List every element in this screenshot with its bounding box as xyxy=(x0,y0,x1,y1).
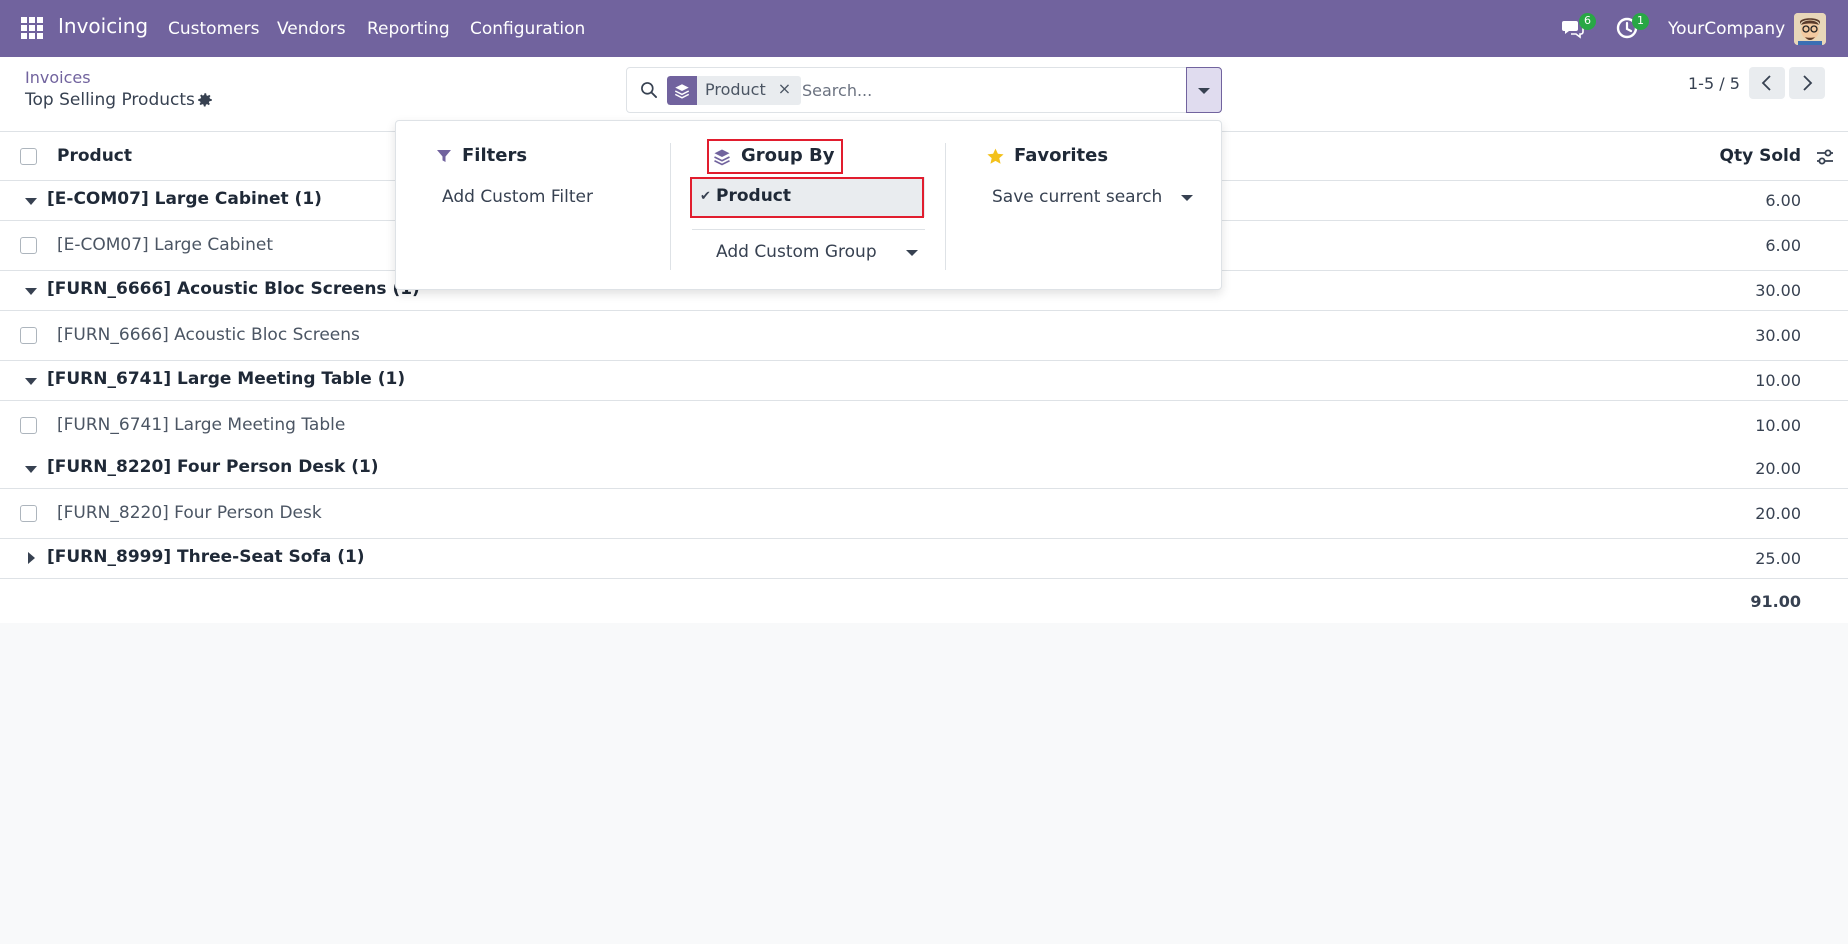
column-header-product[interactable]: Product xyxy=(57,146,132,166)
apps-menu-icon[interactable] xyxy=(21,17,43,39)
row-checkbox[interactable] xyxy=(20,237,37,254)
search-input[interactable] xyxy=(802,78,1182,102)
optional-columns-icon[interactable] xyxy=(1815,147,1835,167)
caret-down-icon xyxy=(25,466,37,473)
caret-right-icon xyxy=(28,552,35,564)
group-qty: 30.00 xyxy=(1755,281,1801,300)
top-navbar: Invoicing Customers Vendors Reporting Co… xyxy=(0,0,1848,57)
caret-down-icon xyxy=(25,288,37,295)
caret-down-icon[interactable] xyxy=(1181,195,1193,201)
menu-configuration[interactable]: Configuration xyxy=(470,19,585,39)
facet-remove-button[interactable]: × xyxy=(773,76,802,105)
layers-icon xyxy=(667,76,697,105)
row-checkbox[interactable] xyxy=(20,505,37,522)
group-label: [FURN_8999] Three-Seat Sofa (1) xyxy=(47,547,365,567)
group-qty: 10.00 xyxy=(1755,371,1801,390)
column-divider xyxy=(670,143,671,270)
breadcrumb[interactable]: Invoices xyxy=(25,68,91,87)
search-options-toggle[interactable] xyxy=(1186,67,1222,113)
group-qty: 20.00 xyxy=(1755,459,1801,478)
save-current-search[interactable]: Save current search xyxy=(992,187,1162,207)
pager-next-button[interactable] xyxy=(1789,67,1825,99)
select-all-checkbox[interactable] xyxy=(20,148,37,165)
menu-vendors[interactable]: Vendors xyxy=(277,19,346,39)
menu-reporting[interactable]: Reporting xyxy=(367,19,450,39)
product-cell[interactable]: [FURN_8220] Four Person Desk xyxy=(57,503,322,523)
column-header-qty-sold[interactable]: Qty Sold xyxy=(1720,146,1802,166)
add-custom-filter[interactable]: Add Custom Filter xyxy=(442,187,593,207)
group-label: [FURN_6666] Acoustic Bloc Screens (1) xyxy=(47,279,420,299)
table-row[interactable]: [FURN_8220] Four Person Desk 20.00 xyxy=(0,489,1848,539)
caret-down-icon xyxy=(1198,88,1210,94)
favorites-title: Favorites xyxy=(1014,145,1109,166)
group-row[interactable]: [FURN_6741] Large Meeting Table (1) 10.0… xyxy=(0,361,1848,401)
star-icon xyxy=(987,148,1004,164)
qty-cell: 20.00 xyxy=(1755,504,1801,523)
caret-down-icon xyxy=(25,198,37,205)
group-qty: 6.00 xyxy=(1765,191,1801,210)
filter-icon xyxy=(437,150,451,162)
company-switcher[interactable]: YourCompany xyxy=(1668,19,1785,39)
qty-cell: 6.00 xyxy=(1765,236,1801,255)
search-facet: Product × xyxy=(667,76,802,105)
row-checkbox[interactable] xyxy=(20,327,37,344)
group-row[interactable]: [FURN_8999] Three-Seat Sofa (1) 25.00 xyxy=(0,539,1848,579)
filters-title: Filters xyxy=(462,145,528,166)
chevron-left-icon xyxy=(1761,75,1771,91)
app-name[interactable]: Invoicing xyxy=(58,14,148,38)
empty-area xyxy=(0,623,1848,944)
activities-badge: 1 xyxy=(1632,13,1649,30)
qty-cell: 30.00 xyxy=(1755,326,1801,345)
qty-total: 91.00 xyxy=(1750,592,1801,611)
pager-previous-button[interactable] xyxy=(1749,67,1785,99)
caret-down-icon xyxy=(25,378,37,385)
product-cell[interactable]: [FURN_6666] Acoustic Bloc Screens xyxy=(57,325,360,345)
qty-cell: 10.00 xyxy=(1755,416,1801,435)
search-bar: Product × xyxy=(626,67,1222,113)
pager-value[interactable]: 1-5 / 5 xyxy=(1688,74,1740,93)
group-label: [E-COM07] Large Cabinet (1) xyxy=(47,189,322,209)
option-divider xyxy=(692,229,925,230)
group-label: [FURN_6741] Large Meeting Table (1) xyxy=(47,369,406,389)
messages-badge: 6 xyxy=(1579,13,1596,30)
layers-icon xyxy=(714,149,730,166)
groupby-title: Group By xyxy=(741,145,835,166)
page-title: Top Selling Products xyxy=(25,90,195,110)
group-label: [FURN_8220] Four Person Desk (1) xyxy=(47,457,379,477)
add-custom-group[interactable]: Add Custom Group xyxy=(716,242,877,262)
product-cell[interactable]: [E-COM07] Large Cabinet xyxy=(57,235,273,255)
table-row[interactable]: [FURN_6666] Acoustic Bloc Screens 30.00 xyxy=(0,311,1848,361)
caret-down-icon[interactable] xyxy=(906,250,918,256)
group-qty: 25.00 xyxy=(1755,549,1801,568)
facet-label: Product xyxy=(697,76,774,105)
search-options-dropdown: Filters Add Custom Filter Group By ✔ Pro… xyxy=(395,120,1222,290)
row-checkbox[interactable] xyxy=(20,417,37,434)
column-divider xyxy=(945,143,946,270)
user-avatar[interactable] xyxy=(1794,13,1826,45)
gear-icon[interactable] xyxy=(196,91,214,109)
chevron-right-icon xyxy=(1803,75,1813,91)
groupby-option-highlight xyxy=(690,177,924,218)
menu-customers[interactable]: Customers xyxy=(168,19,259,39)
group-row[interactable]: [FURN_8220] Four Person Desk (1) 20.00 xyxy=(0,449,1848,489)
list-footer: 91.00 xyxy=(0,579,1848,623)
product-cell[interactable]: [FURN_6741] Large Meeting Table xyxy=(57,415,345,435)
search-icon[interactable] xyxy=(639,80,659,100)
table-row[interactable]: [FURN_6741] Large Meeting Table 10.00 xyxy=(0,401,1848,451)
